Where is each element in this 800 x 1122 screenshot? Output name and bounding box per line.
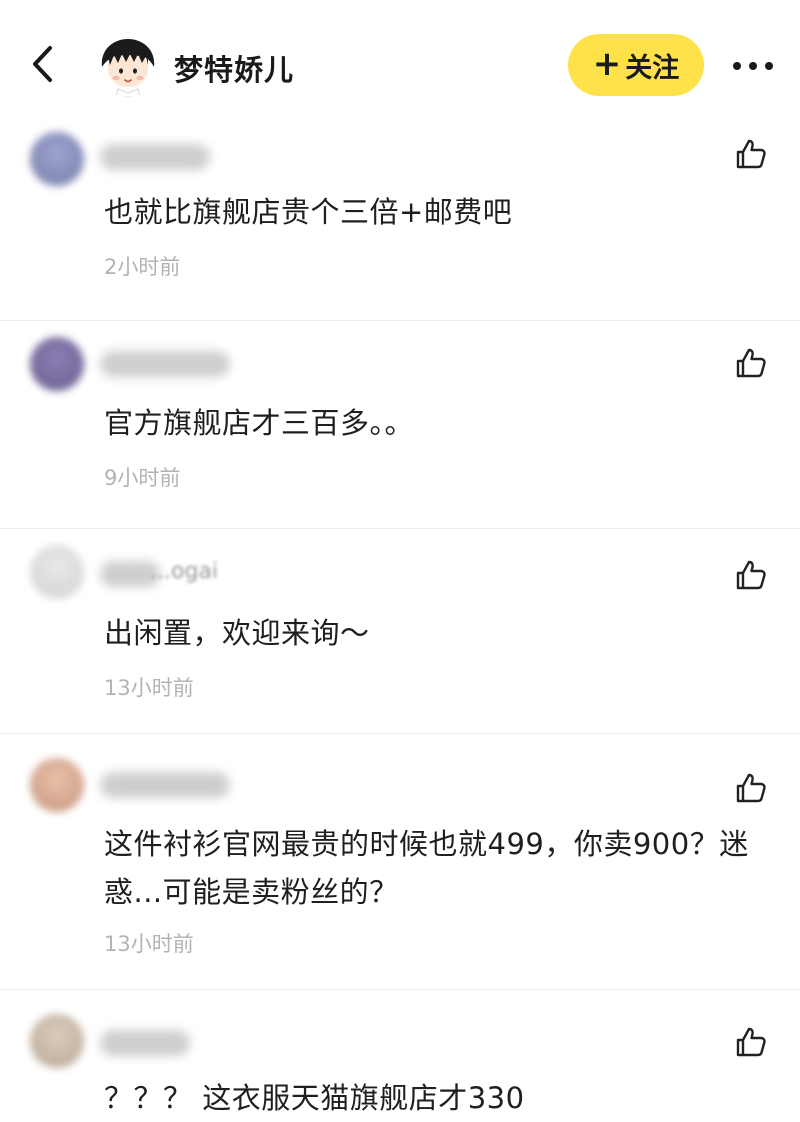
thumbs-up-icon[interactable] xyxy=(733,770,769,806)
comment-text: 官方旗舰店才三百多。。 xyxy=(104,406,415,440)
commenter-username-partial[interactable]: ...ogai xyxy=(150,559,218,584)
like-button[interactable] xyxy=(733,136,769,172)
commenter-avatar[interactable] xyxy=(30,1014,84,1068)
commenter-username-blurred[interactable] xyxy=(100,772,230,798)
commenter-avatar[interactable] xyxy=(30,337,84,391)
like-button[interactable] xyxy=(733,345,769,381)
more-options-button[interactable] xyxy=(728,44,778,88)
chevron-left-icon[interactable] xyxy=(29,44,55,88)
cartoon-girl-avatar-icon xyxy=(96,33,160,97)
commenter-username-blurred[interactable] xyxy=(100,1030,190,1056)
plus-icon: + xyxy=(592,43,622,84)
commenter-avatar[interactable] xyxy=(30,545,84,599)
back-button[interactable] xyxy=(22,44,62,88)
comment-timestamp: 9小时前 xyxy=(104,466,181,490)
comment-text: 出闲置，欢迎来询～ xyxy=(104,616,370,650)
comment-item: ？？？ 这衣服天猫旗舰店才330 xyxy=(0,990,800,1115)
like-button[interactable] xyxy=(733,557,769,593)
comment-item: 这件衬衫官网最贵的时候也就499，你卖900？迷惑...可能是卖粉丝的？ 13小… xyxy=(0,734,800,988)
comment-item: 也就比旗舰店贵个三倍+邮费吧 2小时前 xyxy=(0,118,800,318)
follow-button-label: 关注 xyxy=(625,52,680,84)
like-button[interactable] xyxy=(733,770,769,806)
commenter-username-blurred[interactable] xyxy=(100,351,230,377)
commenter-avatar[interactable] xyxy=(30,758,84,812)
comment-timestamp: 13小时前 xyxy=(104,676,194,700)
like-button[interactable] xyxy=(733,1024,769,1060)
comment-text: ？？？ 这衣服天猫旗舰店才330 xyxy=(104,1081,525,1115)
comment-item: 官方旗舰店才三百多。。 9小时前 xyxy=(0,321,800,527)
comment-timestamp: 2小时前 xyxy=(104,255,181,279)
thumbs-up-icon[interactable] xyxy=(733,136,769,172)
top-nav-bar: 梦特娇儿 + 关注 xyxy=(0,0,800,118)
comment-text: 也就比旗舰店贵个三倍+邮费吧 xyxy=(104,195,513,229)
comment-timestamp: 13小时前 xyxy=(104,932,194,956)
thumbs-up-icon[interactable] xyxy=(733,557,769,593)
thumbs-up-icon[interactable] xyxy=(733,345,769,381)
thumbs-up-icon[interactable] xyxy=(733,1024,769,1060)
commenter-username-blurred[interactable] xyxy=(100,144,210,170)
follow-button[interactable]: + 关注 xyxy=(568,34,704,96)
user-avatar[interactable] xyxy=(96,33,160,97)
commenter-avatar[interactable] xyxy=(30,132,84,186)
comment-item: ...ogai 出闲置，欢迎来询～ 13小时前 xyxy=(0,529,800,732)
user-name[interactable]: 梦特娇儿 xyxy=(174,47,294,89)
more-horizontal-icon[interactable] xyxy=(731,57,775,76)
comment-text: 这件衬衫官网最贵的时候也就499，你卖900？迷惑...可能是卖粉丝的？ xyxy=(104,827,749,909)
